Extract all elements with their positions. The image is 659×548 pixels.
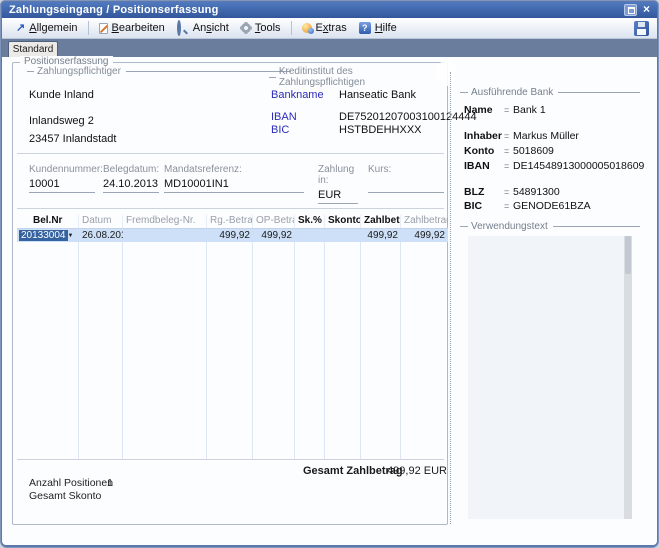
belegdatum-label: Belegdatum: [103, 164, 159, 175]
gear-icon [241, 23, 251, 33]
belnr-cell[interactable]: 20133004 ▼ [17, 230, 79, 241]
kreditinstitut-legend: Kreditinstitut des Zahlungspflichtigen [269, 66, 444, 88]
col-datum[interactable]: Datum [79, 215, 123, 228]
menu-extras[interactable]: Extras [296, 20, 353, 36]
col-sk[interactable]: Sk.% [295, 215, 325, 228]
menubar: ↗ Allgemein Bearbeiten Ansicht Tools Ext… [2, 18, 657, 39]
col-skonto[interactable]: Skonto [325, 215, 361, 228]
kurs-field: Kurs: [368, 164, 444, 193]
toolbar-separator [291, 21, 292, 35]
mandatsreferenz-label: Mandatsreferenz: [164, 164, 304, 175]
main-content: Positionserfassung Zahlungspflichtiger K… [2, 57, 657, 545]
close-icon[interactable]: × [641, 3, 652, 16]
anzahl-positionen-value: 1 [107, 477, 113, 489]
op-betrag-cell: 499,92 [253, 230, 295, 241]
iban-value: DE75201207003100124444 [339, 111, 477, 123]
zahlung-in-input[interactable] [318, 189, 358, 204]
menu-ansicht[interactable]: Ansicht [171, 20, 235, 36]
kundennummer-input[interactable] [29, 178, 95, 193]
menu-extras-label: Extras [316, 22, 347, 34]
col-fremdbeleg[interactable]: Fremdbeleg-Nr. [123, 215, 207, 228]
col-zahlbetrag[interactable]: Zahlbetrag [361, 215, 401, 228]
menu-tools[interactable]: Tools [235, 20, 287, 36]
extras-coin-icon [302, 23, 312, 33]
menu-hilfe-label: Hilfe [375, 22, 397, 34]
anzahl-positionen-label: Anzahl Positionen [29, 477, 113, 489]
belnr-value[interactable]: 20133004 [19, 230, 68, 241]
menu-ansicht-label: Ansicht [193, 22, 229, 34]
table-grid [17, 228, 448, 459]
window-title: Zahlungseingang / Positionserfassung [2, 4, 219, 16]
bankname-value: Hanseatic Bank [339, 89, 416, 101]
chevron-down-icon[interactable]: ▼ [68, 233, 80, 239]
verwendungstext-input[interactable] [468, 236, 632, 519]
payer-name: Kunde Inland [29, 89, 94, 101]
divider [17, 153, 444, 154]
app-window: Zahlungseingang / Positionserfassung × ↗… [0, 0, 659, 548]
arrow-up-right-icon: ↗ [16, 23, 25, 34]
col-belnr[interactable]: Bel.Nr [17, 215, 79, 228]
zahlung-in-label: Zahlung in: [318, 164, 358, 186]
panel-splitter[interactable] [450, 72, 451, 524]
tab-standard[interactable]: Standard [8, 41, 58, 57]
kurs-label: Kurs: [368, 164, 444, 175]
divider [17, 459, 444, 460]
titlebar: Zahlungseingang / Positionserfassung × [2, 2, 657, 18]
zahlung-in-field: Zahlung in: [318, 164, 358, 204]
col-zahlbetrag-euro[interactable]: Zahlbetrag Euro [401, 215, 448, 228]
kundennummer-label: Kundennummer: [29, 164, 95, 175]
gesamt-skonto-label: Gesamt Skonto [29, 490, 101, 502]
menu-tools-label: Tools [255, 22, 281, 34]
edit-page-icon [99, 23, 108, 34]
menu-bearbeiten-label: Bearbeiten [112, 22, 165, 34]
verwendungstext-legend: Verwendungstext [460, 221, 640, 232]
belegdatum-input[interactable] [103, 178, 159, 193]
save-icon[interactable] [634, 21, 649, 36]
ausfuehrende-bank-legend: Ausführende Bank [460, 87, 640, 98]
bankname-label: Bankname [271, 89, 324, 101]
gesamt-zahlbetrag-value: 499,92 EUR [363, 465, 447, 477]
belegdatum-field: Belegdatum: [103, 164, 159, 193]
menu-hilfe[interactable]: ? Hilfe [353, 20, 403, 36]
mandatsreferenz-input[interactable] [164, 178, 304, 193]
bic-label: BIC [271, 124, 289, 136]
datum-cell: 26.08.2013 [79, 230, 123, 241]
bic-value: HSTBDEHHXXX [339, 124, 422, 136]
help-icon: ? [359, 22, 371, 34]
kundennummer-field: Kundennummer: [29, 164, 95, 193]
zahlbetrag-cell: 499,92 [361, 230, 401, 241]
toolbar-separator [88, 21, 89, 35]
table-header: Bel.Nr Datum Fremdbeleg-Nr. Rg.-Betrag O… [17, 215, 448, 228]
menu-allgemein-label: Allgemein [29, 22, 77, 34]
zahlungspflichtiger-legend: Zahlungspflichtiger [27, 66, 291, 77]
menu-allgemein[interactable]: ↗ Allgemein [10, 20, 84, 36]
iban-label: IBAN [271, 111, 297, 123]
divider [17, 208, 444, 209]
panel-decoration [436, 61, 457, 86]
zahlbetrag-euro-cell: 499,92 [401, 230, 448, 241]
tab-band: Standard [2, 39, 657, 57]
verwendungstext-scrollbar[interactable] [624, 236, 632, 519]
col-rg-betrag[interactable]: Rg.-Betrag [207, 215, 253, 228]
menu-bearbeiten[interactable]: Bearbeiten [93, 20, 171, 36]
mandatsreferenz-field: Mandatsreferenz: [164, 164, 304, 193]
positionserfassung-group: Positionserfassung Zahlungspflichtiger K… [12, 62, 448, 525]
table-row[interactable]: 20133004 ▼ 26.08.2013 499,92 499,92 499,… [17, 229, 448, 242]
payer-street: Inlandsweg 2 [29, 115, 94, 127]
payer-city: 23457 Inlandstadt [29, 133, 116, 145]
kurs-input[interactable] [368, 178, 444, 193]
col-op-betrag[interactable]: OP-Betrag [253, 215, 295, 228]
restore-window-icon[interactable] [624, 4, 637, 16]
rg-betrag-cell: 499,92 [207, 230, 253, 241]
magnifier-icon [177, 22, 189, 34]
